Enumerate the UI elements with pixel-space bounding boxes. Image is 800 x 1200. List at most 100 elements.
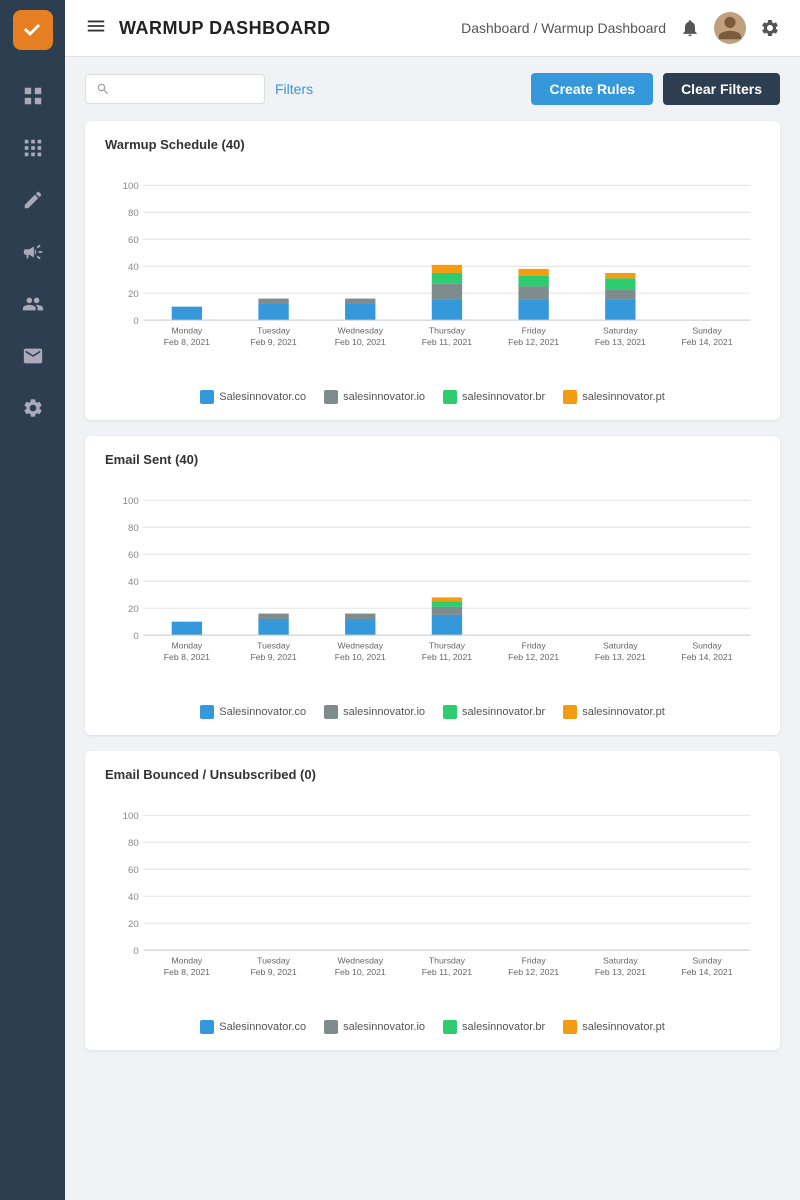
chart-card-email-sent: Email Sent (40)020406080100MondayFeb 8, … <box>85 436 780 735</box>
svg-text:Thursday: Thursday <box>429 326 466 336</box>
legend-label: salesinnovator.pt <box>582 391 665 403</box>
sidebar-item-users[interactable] <box>13 284 53 324</box>
legend-color-swatch <box>200 705 214 719</box>
svg-text:Saturday: Saturday <box>603 956 638 966</box>
svg-text:Feb 14, 2021: Feb 14, 2021 <box>682 652 733 662</box>
svg-text:40: 40 <box>128 577 139 588</box>
bar-warmup-schedule-3-0 <box>432 300 462 320</box>
bar-warmup-schedule-2-0 <box>345 304 375 320</box>
svg-text:Saturday: Saturday <box>603 326 638 336</box>
bar-email-sent-1-0 <box>258 619 288 635</box>
legend-label: Salesinnovator.co <box>219 391 306 403</box>
bar-warmup-schedule-5-2 <box>605 278 635 289</box>
legend-label: salesinnovator.br <box>462 1021 545 1033</box>
search-icon <box>96 81 110 97</box>
svg-text:Tuesday: Tuesday <box>257 956 291 966</box>
sidebar-item-settings[interactable] <box>13 388 53 428</box>
svg-text:Feb 13, 2021: Feb 13, 2021 <box>595 652 646 662</box>
bar-warmup-schedule-4-0 <box>518 300 548 320</box>
svg-text:Sunday: Sunday <box>692 326 722 336</box>
svg-text:Friday: Friday <box>522 641 547 651</box>
svg-text:Feb 9, 2021: Feb 9, 2021 <box>250 967 296 977</box>
chart-legend-email-bounced: Salesinnovator.cosalesinnovator.iosalesi… <box>105 1020 760 1034</box>
legend-item: salesinnovator.br <box>443 390 545 404</box>
legend-color-swatch <box>563 390 577 404</box>
search-box[interactable] <box>85 74 265 104</box>
hamburger-menu[interactable] <box>85 15 107 42</box>
svg-text:20: 20 <box>128 919 139 930</box>
page-content: Filters Create Rules Clear Filters Warmu… <box>65 57 800 1082</box>
sidebar-item-dashboard[interactable] <box>13 76 53 116</box>
svg-text:40: 40 <box>128 262 139 273</box>
legend-label: salesinnovator.pt <box>582 706 665 718</box>
bar-email-sent-3-0 <box>432 615 462 635</box>
bar-email-sent-3-2 <box>432 601 462 606</box>
chart-wrap-warmup-schedule: 020406080100MondayFeb 8, 2021TuesdayFeb … <box>105 162 760 382</box>
avatar[interactable] <box>714 12 746 44</box>
chart-svg-warmup-schedule: 020406080100MondayFeb 8, 2021TuesdayFeb … <box>105 162 760 382</box>
filter-bar: Filters Create Rules Clear Filters <box>85 73 780 105</box>
svg-text:Monday: Monday <box>171 956 202 966</box>
main-content: WARMUP DASHBOARD Dashboard / Warmup Dash… <box>65 0 800 1200</box>
create-rules-button[interactable]: Create Rules <box>531 73 653 105</box>
svg-text:Feb 10, 2021: Feb 10, 2021 <box>335 652 386 662</box>
svg-text:Sunday: Sunday <box>692 956 722 966</box>
svg-text:Wednesday: Wednesday <box>337 326 383 336</box>
legend-item: Salesinnovator.co <box>200 1020 306 1034</box>
bar-email-sent-3-3 <box>432 597 462 601</box>
svg-text:Feb 11, 2021: Feb 11, 2021 <box>422 967 473 977</box>
clear-filters-button[interactable]: Clear Filters <box>663 73 780 105</box>
chart-title-email-sent: Email Sent (40) <box>105 452 760 467</box>
legend-label: salesinnovator.br <box>462 391 545 403</box>
legend-item: salesinnovator.br <box>443 705 545 719</box>
svg-text:80: 80 <box>128 208 139 219</box>
svg-text:0: 0 <box>133 316 138 327</box>
sidebar-item-mail[interactable] <box>13 336 53 376</box>
bar-warmup-schedule-4-1 <box>518 286 548 299</box>
svg-text:Sunday: Sunday <box>692 641 722 651</box>
svg-text:100: 100 <box>123 496 139 507</box>
legend-color-swatch <box>563 705 577 719</box>
bar-warmup-schedule-1-0 <box>258 304 288 320</box>
legend-color-swatch <box>200 1020 214 1034</box>
chart-wrap-email-sent: 020406080100MondayFeb 8, 2021TuesdayFeb … <box>105 477 760 697</box>
chart-svg-email-sent: 020406080100MondayFeb 8, 2021TuesdayFeb … <box>105 477 760 697</box>
svg-text:60: 60 <box>128 865 139 876</box>
app-logo[interactable] <box>13 10 53 50</box>
legend-color-swatch <box>443 705 457 719</box>
legend-color-swatch <box>324 390 338 404</box>
svg-text:60: 60 <box>128 235 139 246</box>
svg-text:80: 80 <box>128 838 139 849</box>
breadcrumb: Dashboard / Warmup Dashboard <box>461 20 666 36</box>
sidebar-item-edit[interactable] <box>13 180 53 220</box>
search-input[interactable] <box>116 82 254 97</box>
legend-item: salesinnovator.pt <box>563 1020 665 1034</box>
chart-legend-email-sent: Salesinnovator.cosalesinnovator.iosalesi… <box>105 705 760 719</box>
svg-text:Feb 13, 2021: Feb 13, 2021 <box>595 337 646 347</box>
svg-text:Feb 14, 2021: Feb 14, 2021 <box>682 967 733 977</box>
legend-color-swatch <box>563 1020 577 1034</box>
chart-legend-warmup-schedule: Salesinnovator.cosalesinnovator.iosalesi… <box>105 390 760 404</box>
svg-text:Feb 9, 2021: Feb 9, 2021 <box>250 337 296 347</box>
topbar-right: Dashboard / Warmup Dashboard <box>461 12 780 44</box>
chart-wrap-email-bounced: 020406080100MondayFeb 8, 2021TuesdayFeb … <box>105 792 760 1012</box>
legend-label: Salesinnovator.co <box>219 706 306 718</box>
legend-color-swatch <box>324 705 338 719</box>
gear-icon[interactable] <box>760 18 780 38</box>
bell-icon[interactable] <box>680 18 700 38</box>
sidebar-item-grid[interactable] <box>13 128 53 168</box>
bar-warmup-schedule-4-3 <box>518 269 548 276</box>
svg-text:60: 60 <box>128 550 139 561</box>
topbar: WARMUP DASHBOARD Dashboard / Warmup Dash… <box>65 0 800 57</box>
filters-label[interactable]: Filters <box>275 81 313 97</box>
sidebar-item-campaigns[interactable] <box>13 232 53 272</box>
svg-text:Friday: Friday <box>522 326 547 336</box>
legend-item: salesinnovator.pt <box>563 705 665 719</box>
bar-warmup-schedule-0-0 <box>172 307 202 320</box>
svg-text:100: 100 <box>123 181 139 192</box>
legend-color-swatch <box>443 1020 457 1034</box>
bar-warmup-schedule-5-0 <box>605 300 635 320</box>
legend-label: Salesinnovator.co <box>219 1021 306 1033</box>
bar-warmup-schedule-4-2 <box>518 276 548 287</box>
chart-card-email-bounced: Email Bounced / Unsubscribed (0)02040608… <box>85 751 780 1050</box>
